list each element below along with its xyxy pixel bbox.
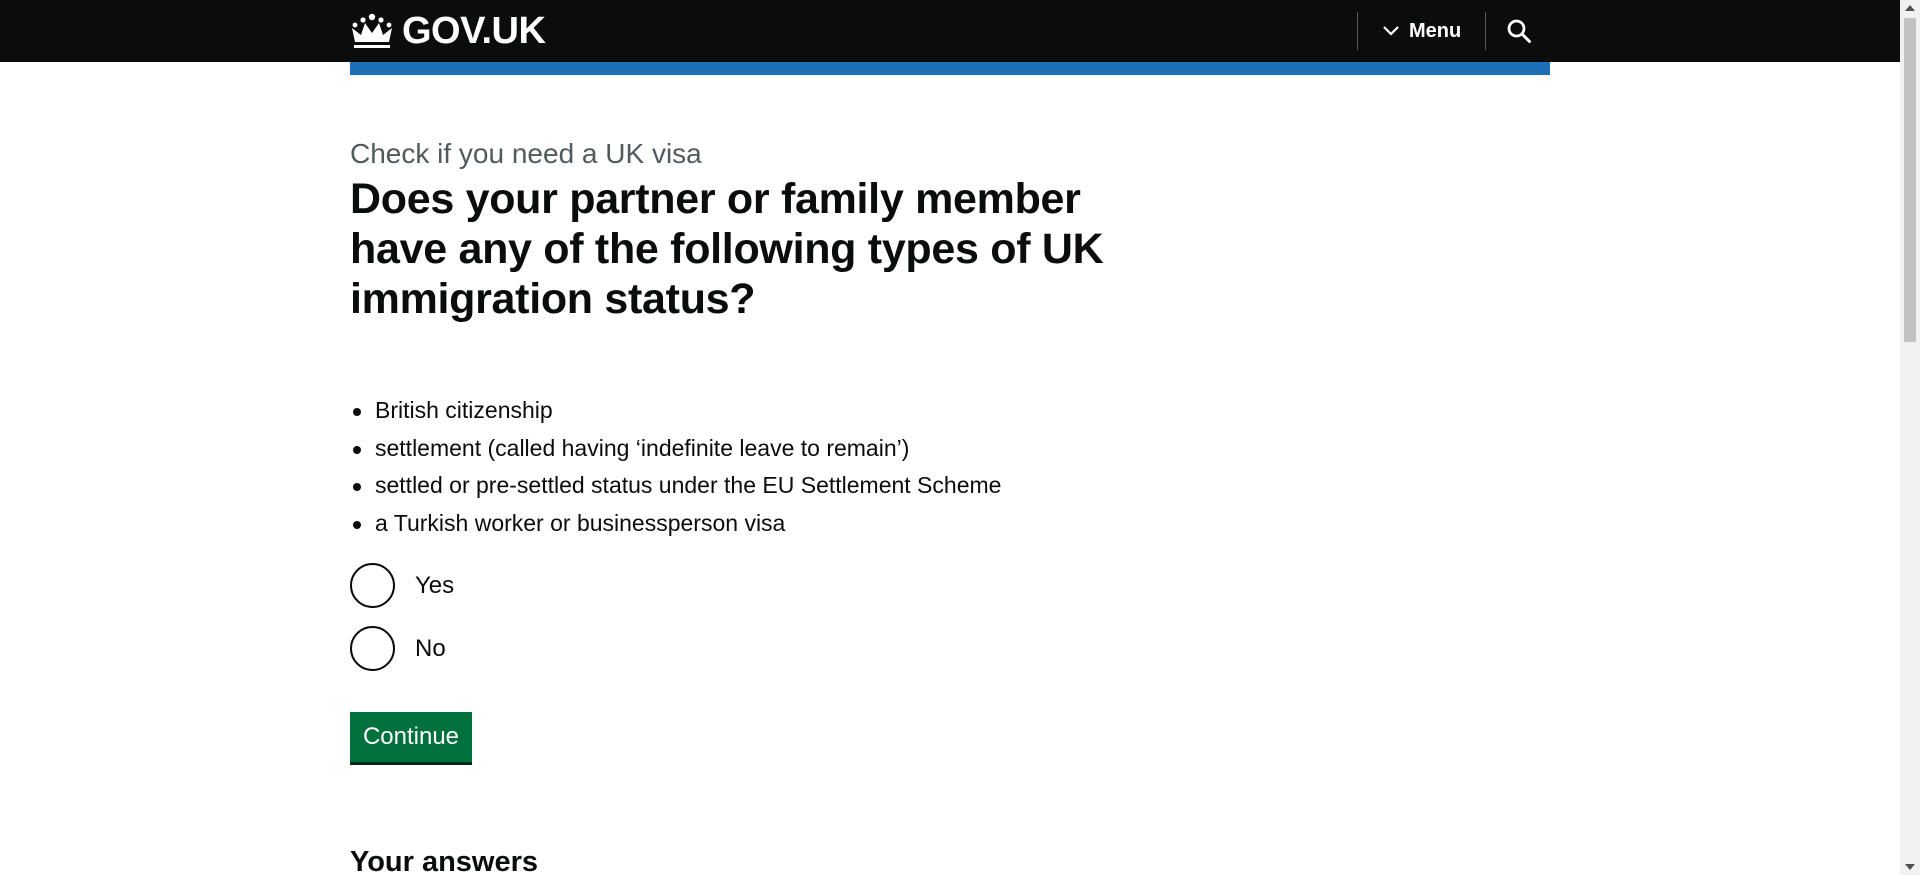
- scroll-down-arrow-icon[interactable]: [1905, 864, 1915, 870]
- list-item: settlement (called having ‘indefinite le…: [350, 430, 1001, 468]
- radio-no-label[interactable]: No: [415, 635, 446, 663]
- radio-yes[interactable]: Yes: [350, 563, 454, 608]
- chevron-down-icon: [1383, 26, 1399, 36]
- radio-yes-label[interactable]: Yes: [415, 572, 454, 600]
- page-caption: Check if you need a UK visa: [350, 138, 702, 169]
- list-item: settled or pre-settled status under the …: [350, 467, 1001, 505]
- search-button[interactable]: [1486, 12, 1552, 50]
- scroll-up-arrow-icon[interactable]: [1905, 5, 1915, 11]
- crown-icon: [352, 13, 392, 48]
- vertical-scrollbar[interactable]: [1900, 0, 1920, 875]
- menu-button[interactable]: Menu: [1382, 12, 1461, 50]
- radio-yes-circle[interactable]: [350, 563, 395, 608]
- site-header: GOV.UK Menu: [0, 0, 1900, 62]
- govuk-logo-link[interactable]: GOV.UK: [350, 9, 546, 52]
- radio-no[interactable]: No: [350, 626, 446, 671]
- radio-no-circle[interactable]: [350, 626, 395, 671]
- search-icon: [1507, 19, 1531, 43]
- continue-button[interactable]: Continue: [350, 712, 472, 762]
- your-answers-heading: Your answers: [350, 846, 539, 878]
- menu-label: Menu: [1409, 19, 1462, 42]
- immigration-status-list: British citizenship settlement (called h…: [350, 392, 1001, 542]
- page-title: Does your partner or family member have …: [350, 175, 1104, 323]
- list-item: British citizenship: [350, 392, 1001, 430]
- header-blue-bar: [350, 62, 1550, 75]
- menu-divider: [1357, 12, 1358, 50]
- list-item: a Turkish worker or businessperson visa: [350, 505, 1001, 543]
- logo-text: GOV.UK: [402, 9, 546, 52]
- scrollbar-thumb[interactable]: [1904, 18, 1916, 342]
